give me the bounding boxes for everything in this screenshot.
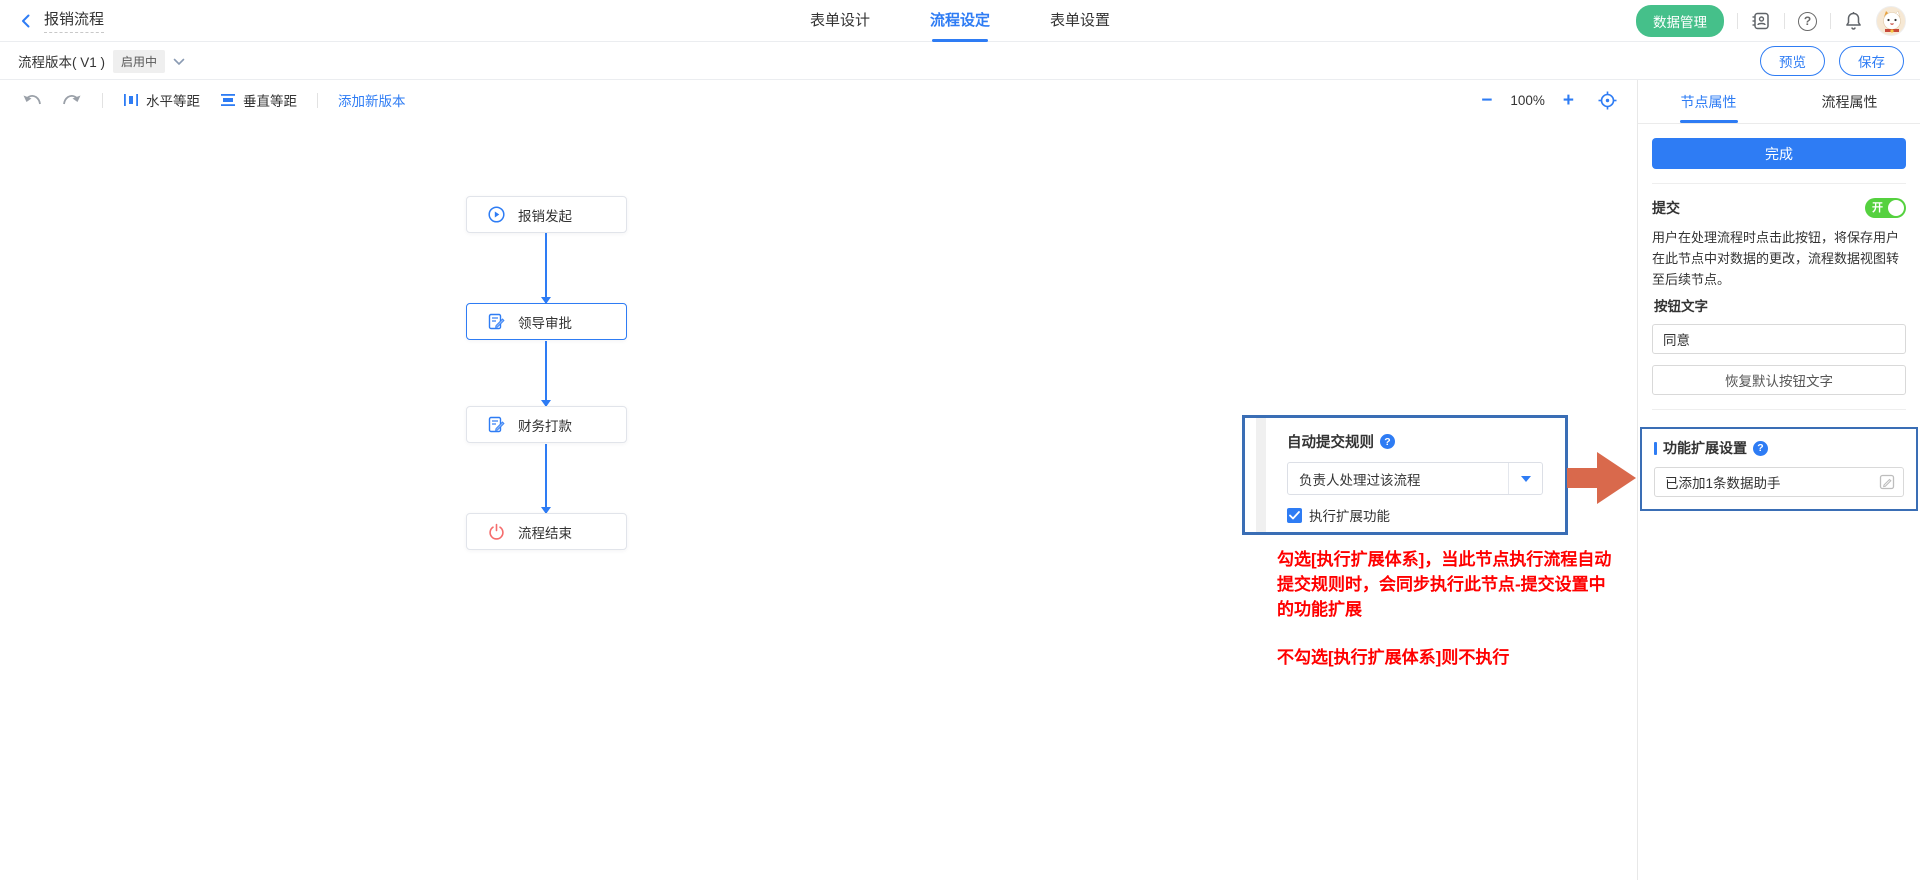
flow-node-label: 流程结束 (518, 522, 572, 542)
checkbox-label: 执行扩展功能 (1309, 505, 1390, 525)
flow-connector (545, 444, 547, 513)
execute-extension-checkbox-row[interactable]: 执行扩展功能 (1287, 505, 1551, 525)
button-text-input[interactable] (1652, 324, 1906, 354)
checkbox-checked-icon[interactable] (1287, 508, 1302, 523)
canvas-toolbar: 水平等距 垂直等距 添加新版本 − 100% + (0, 80, 1637, 120)
divider (1652, 409, 1906, 410)
horizontal-spacing-icon (123, 93, 139, 107)
version-dropdown-caret-icon[interactable] (173, 53, 185, 69)
flow-node-label: 领导审批 (518, 312, 572, 332)
annotation-paragraph: 勾选[执行扩展体系]，当此节点执行流程自动提交规则时，会同步执行此节点-提交设置… (1277, 547, 1613, 622)
select-value: 负责人处理过该流程 (1288, 469, 1508, 489)
back-icon[interactable] (18, 13, 34, 29)
version-bar-actions: 预览 保存 (1760, 46, 1904, 76)
status-badge: 启用中 (113, 50, 165, 73)
doc-edit-icon (488, 416, 505, 433)
properties-panel: 节点属性 流程属性 完成 提交 开 用户在处理流程时点击此按钮，将保存用户在此节… (1637, 80, 1920, 880)
top-header: 报销流程 表单设计 流程设定 表单设置 数据管理 ? (0, 0, 1920, 42)
zoom-controls: − 100% + (1481, 80, 1617, 120)
add-new-version-link[interactable]: 添加新版本 (338, 90, 406, 110)
vertical-spacing-button[interactable]: 垂直等距 (220, 90, 297, 110)
user-avatar[interactable] (1876, 6, 1906, 36)
divider (1830, 13, 1831, 29)
zoom-in-button[interactable]: + (1563, 91, 1574, 110)
flow-node-end[interactable]: 流程结束 (466, 513, 627, 550)
button-text-label: 按钮文字 (1652, 295, 1906, 315)
flow-connector (545, 341, 547, 406)
divider (317, 93, 318, 108)
help-icon[interactable]: ? (1798, 12, 1817, 31)
submit-toggle-on[interactable]: 开 (1865, 198, 1906, 218)
divider (102, 93, 103, 108)
horizontal-spacing-button[interactable]: 水平等距 (123, 90, 200, 110)
doc-edit-icon (488, 313, 505, 330)
auto-submit-rule-popup: 自动提交规则 ? 负责人处理过该流程 执行扩展功能 (1242, 415, 1568, 535)
edit-pencil-icon[interactable] (1879, 474, 1895, 490)
zoom-level: 100% (1510, 93, 1545, 108)
fit-view-target-icon[interactable] (1598, 91, 1617, 110)
play-circle-icon (488, 206, 505, 223)
tab-form-design[interactable]: 表单设计 (810, 0, 870, 42)
preview-button[interactable]: 预览 (1760, 46, 1825, 76)
zoom-out-button[interactable]: − (1481, 91, 1492, 110)
tab-form-setting[interactable]: 表单设置 (1050, 0, 1110, 42)
extension-settings-value: 已添加1条数据助手 (1665, 472, 1879, 492)
orange-pointer-arrow (1567, 449, 1637, 510)
vertical-spacing-icon (220, 93, 236, 107)
header-tabs: 表单设计 流程设定 表单设置 (0, 0, 1920, 42)
extension-settings-highlight-box: 功能扩展设置 ? 已添加1条数据助手 (1640, 427, 1918, 511)
caret-down-icon (1521, 476, 1531, 482)
flow-connector (545, 233, 547, 303)
flow-node-approval[interactable]: 领导审批 (466, 303, 627, 340)
undo-icon[interactable] (22, 93, 42, 108)
tab-flow-setting[interactable]: 流程设定 (930, 0, 990, 42)
submit-description: 用户在处理流程时点击此按钮，将保存用户在此节点中对数据的更改，流程数据视图转至后… (1652, 227, 1906, 290)
divider (1784, 13, 1785, 29)
power-icon (488, 523, 505, 540)
divider (1652, 183, 1906, 184)
submit-section-title: 提交 (1652, 198, 1680, 218)
annotation-paragraph: 不勾选[执行扩展体系]则不执行 (1277, 645, 1613, 670)
save-button[interactable]: 保存 (1839, 46, 1904, 76)
popup-left-strip (1256, 418, 1266, 532)
tab-flow-properties[interactable]: 流程属性 (1779, 80, 1920, 123)
help-icon[interactable]: ? (1380, 434, 1395, 449)
extension-settings-title: 功能扩展设置 (1663, 438, 1747, 458)
page-title[interactable]: 报销流程 (44, 8, 104, 33)
toggle-knob (1888, 200, 1904, 216)
divider (1737, 13, 1738, 29)
extension-settings-field[interactable]: 已添加1条数据助手 (1654, 467, 1904, 497)
version-label: 流程版本( V1 ) (18, 51, 105, 71)
contacts-icon[interactable] (1751, 11, 1771, 31)
auto-submit-rule-select[interactable]: 负责人处理过该流程 (1287, 462, 1543, 495)
data-manage-button[interactable]: 数据管理 (1636, 5, 1724, 37)
flow-node-payment[interactable]: 财务打款 (466, 406, 627, 443)
popup-title: 自动提交规则 (1287, 431, 1374, 452)
version-bar: 流程版本( V1 ) 启用中 预览 保存 (0, 43, 1920, 80)
help-icon[interactable]: ? (1753, 441, 1768, 456)
flow-node-label: 报销发起 (518, 205, 572, 225)
tab-node-properties[interactable]: 节点属性 (1638, 80, 1779, 123)
flow-node-label: 财务打款 (518, 415, 572, 435)
section-marker (1654, 442, 1657, 455)
panel-tabs: 节点属性 流程属性 (1638, 80, 1920, 124)
annotation-note: 勾选[执行扩展体系]，当此节点执行流程自动提交规则时，会同步执行此节点-提交设置… (1277, 547, 1613, 670)
redo-icon[interactable] (62, 93, 82, 108)
header-right-actions: 数据管理 ? (1636, 0, 1906, 42)
done-button[interactable]: 完成 (1652, 138, 1906, 169)
restore-default-button-text[interactable]: 恢复默认按钮文字 (1652, 365, 1906, 395)
notifications-bell-icon[interactable] (1844, 11, 1863, 31)
flow-node-start[interactable]: 报销发起 (466, 196, 627, 233)
